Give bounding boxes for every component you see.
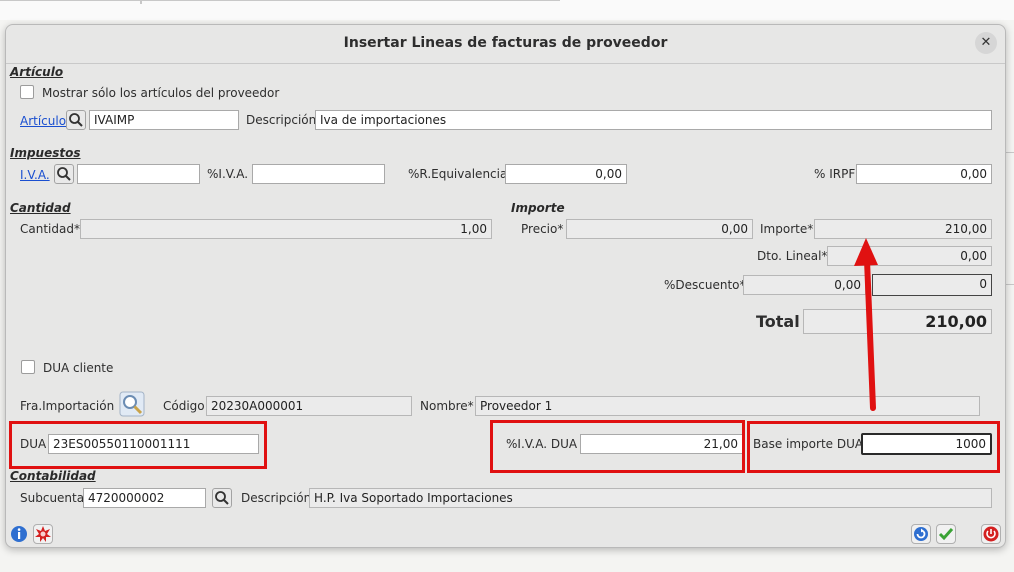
fra-importacion-label: Fra.Importación xyxy=(20,399,115,413)
accept-button[interactable] xyxy=(936,524,956,544)
articulo-link[interactable]: Artículo xyxy=(20,114,66,128)
iva-code-input[interactable] xyxy=(77,164,200,184)
magnifier-icon xyxy=(119,391,145,417)
recargo-equivalencia-input[interactable]: 0,00 xyxy=(505,164,627,184)
iva-link[interactable]: I.V.A. xyxy=(20,168,50,182)
precio-input[interactable]: 0,00 xyxy=(566,219,753,239)
section-impuestos: Impuestos xyxy=(10,146,81,160)
background-line xyxy=(1005,284,1014,285)
dua-cliente-checkbox[interactable] xyxy=(21,360,35,374)
only-supplier-items-label: Mostrar sólo los artículos del proveedor xyxy=(42,86,280,100)
dto-lineal-label: Dto. Lineal* xyxy=(757,249,828,263)
search-icon xyxy=(57,167,71,181)
background-line xyxy=(140,0,142,4)
codigo-label: Código xyxy=(163,399,205,413)
dialog-titlebar: Insertar Lineas de facturas de proveedor… xyxy=(6,25,1005,64)
fra-importacion-search-button[interactable] xyxy=(119,391,145,417)
subcuenta-label: Subcuenta xyxy=(20,491,85,505)
check-icon xyxy=(938,528,954,541)
search-icon xyxy=(215,491,229,505)
codigo-input[interactable]: 20230A000001 xyxy=(206,396,412,416)
refresh-button[interactable] xyxy=(911,524,931,544)
cantidad-label: Cantidad* xyxy=(20,222,80,236)
subcuenta-search-button[interactable] xyxy=(212,488,232,508)
cancel-button[interactable] xyxy=(981,524,1001,544)
contabilidad-descripcion-label: Descripción xyxy=(241,491,312,505)
articulo-descripcion-label: Descripción xyxy=(246,113,317,127)
search-icon xyxy=(69,113,83,127)
recargo-equivalencia-label: %R.Equivalencia xyxy=(408,167,508,181)
iva-percent-input[interactable] xyxy=(252,164,385,184)
section-contabilidad: Contabilidad xyxy=(10,469,96,483)
section-importe: Importe xyxy=(511,201,565,215)
background-window-strip xyxy=(0,0,1014,20)
section-cantidad: Cantidad xyxy=(10,201,71,215)
power-icon xyxy=(983,526,999,542)
cantidad-input[interactable]: 1,00 xyxy=(80,219,492,239)
dialog-title: Insertar Lineas de facturas de proveedor xyxy=(343,35,668,51)
background-line xyxy=(0,0,560,1)
base-importe-dua-highlight-box xyxy=(747,421,1000,473)
section-articulo: Artículo xyxy=(10,65,64,79)
importe-label: Importe* xyxy=(760,222,814,236)
info-button[interactable] xyxy=(9,524,29,544)
background-line xyxy=(1005,152,1014,153)
precio-label: Precio* xyxy=(521,222,564,236)
iva-percent-label: %I.V.A. xyxy=(207,167,249,181)
subcuenta-input[interactable]: 4720000002 xyxy=(83,488,206,508)
articulo-descripcion-input[interactable]: Iva de importaciones xyxy=(315,110,992,130)
iva-search-button[interactable] xyxy=(54,164,74,184)
articulo-code-input[interactable]: IVAIMP xyxy=(89,110,239,130)
debug-button[interactable] xyxy=(33,524,53,544)
descuento-percent-label: %Descuento* xyxy=(664,278,746,292)
irpf-input[interactable]: 0,00 xyxy=(856,164,992,184)
irpf-label: % IRPF xyxy=(814,167,856,181)
iva-dua-highlight-box xyxy=(490,420,745,473)
bug-icon xyxy=(35,526,51,542)
dua-highlight-box xyxy=(9,421,267,469)
articulo-search-button[interactable] xyxy=(66,110,86,130)
nombre-label: Nombre* xyxy=(420,399,474,413)
dua-cliente-label: DUA cliente xyxy=(43,361,114,375)
info-icon xyxy=(11,526,27,542)
nombre-input[interactable]: Proveedor 1 xyxy=(475,396,980,416)
total-label: Total xyxy=(756,312,800,331)
contabilidad-descripcion-input[interactable]: H.P. Iva Soportado Importaciones xyxy=(309,488,992,508)
close-icon: ✕ xyxy=(980,35,992,50)
red-arrow-annotation xyxy=(854,238,878,411)
refresh-icon xyxy=(914,527,928,541)
only-supplier-items-checkbox[interactable] xyxy=(20,85,34,99)
close-button[interactable]: ✕ xyxy=(975,32,997,54)
